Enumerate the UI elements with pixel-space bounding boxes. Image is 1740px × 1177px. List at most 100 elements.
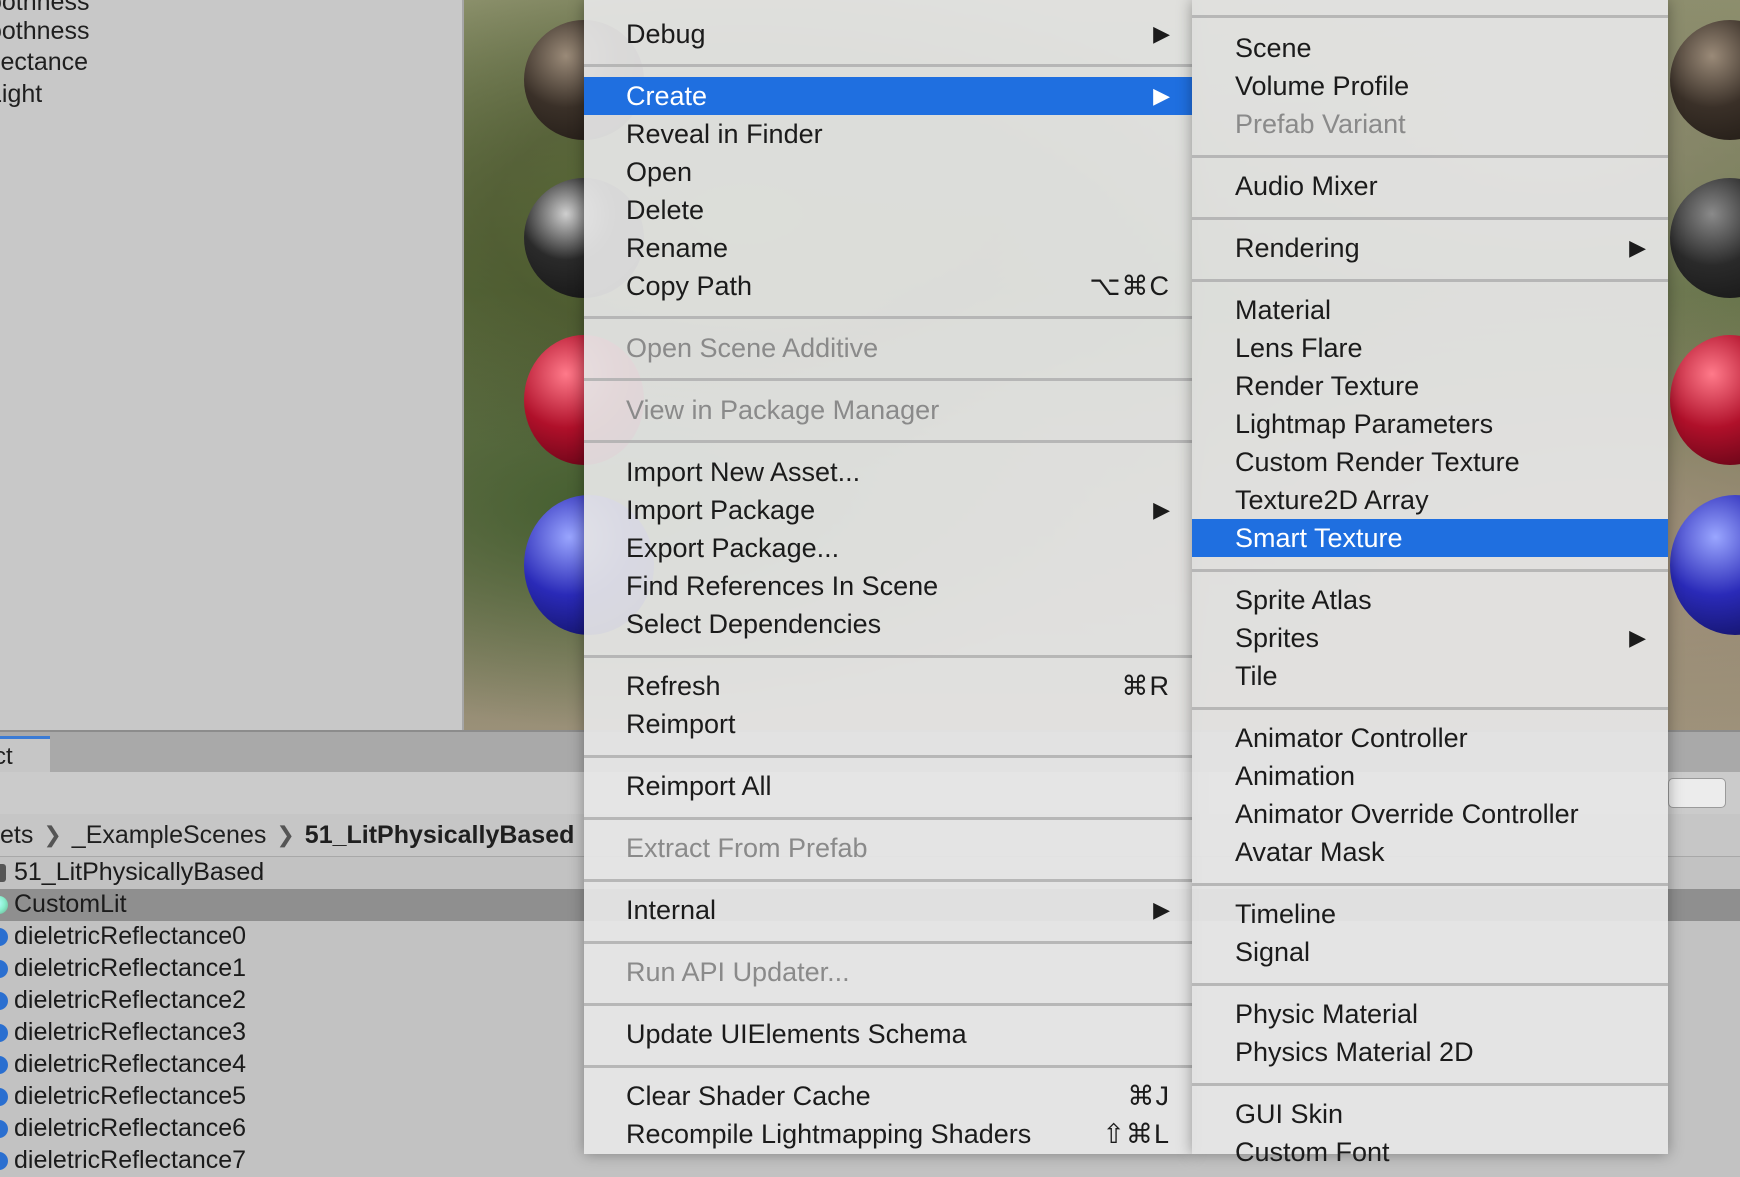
menu-item-internal[interactable]: Internal ▶ [584, 891, 1192, 929]
submenu-arrow-icon: ▶ [1153, 897, 1170, 922]
shortcut-label: ⌥⌘C [1089, 271, 1170, 301]
menu-item-volume-profile[interactable]: Volume Profile [1192, 67, 1668, 105]
menu-item-label: Import New Asset... [626, 457, 861, 487]
sphere-right-3 [1670, 335, 1740, 465]
menu-item-reimport[interactable]: Reimport [584, 705, 1192, 743]
material-icon [0, 1152, 8, 1170]
project-search-input[interactable] [1668, 778, 1726, 808]
menu-item-label: Material [1235, 295, 1332, 325]
menu-separator [1192, 983, 1668, 986]
submenu-arrow-icon: ▶ [1153, 497, 1170, 522]
breadcrumb-item-current[interactable]: 51_LitPhysicallyBased [305, 821, 575, 850]
breadcrumb-item[interactable]: ets [0, 821, 33, 850]
menu-item-label: Rendering [1235, 233, 1360, 263]
menu-item-label: Refresh [626, 671, 721, 701]
menu-item-animation[interactable]: Animation [1192, 757, 1668, 795]
menu-item-label: Animator Override Controller [1235, 799, 1579, 829]
menu-item-label: Signal [1235, 937, 1311, 967]
menu-item-sprites[interactable]: Sprites ▶ [1192, 619, 1668, 657]
material-icon [0, 1120, 8, 1138]
menu-item-refresh[interactable]: Refresh ⌘R [584, 667, 1192, 705]
menu-item-label: Smart Texture [1235, 523, 1403, 553]
menu-item-label: Audio Mixer [1235, 171, 1378, 201]
menu-item-texture2d-array[interactable]: Texture2D Array [1192, 481, 1668, 519]
menu-item-import-new-asset[interactable]: Import New Asset... [584, 453, 1192, 491]
menu-item-find-references-in-scene[interactable]: Find References In Scene [584, 567, 1192, 605]
menu-item-debug[interactable]: Debug ▶ [584, 15, 1192, 53]
menu-item-label: Copy Path [626, 271, 753, 301]
inspector-panel: oothness oothness flectance Light [0, 0, 464, 730]
submenu-arrow-icon: ▶ [1629, 235, 1646, 260]
menu-item-label: Lens Flare [1235, 333, 1363, 363]
menu-item-recompile-lightmapping-shaders[interactable]: Recompile Lightmapping Shaders ⇧⌘L [584, 1115, 1192, 1153]
menu-item-label: Animation [1235, 761, 1356, 791]
menu-item-export-package[interactable]: Export Package... [584, 529, 1192, 567]
menu-item-label: Extract From Prefab [626, 833, 868, 863]
menu-item-view-in-package-manager: View in Package Manager [584, 391, 1192, 429]
menu-item-copy-path[interactable]: Copy Path ⌥⌘C [584, 267, 1192, 305]
menu-item-animator-controller[interactable]: Animator Controller [1192, 719, 1668, 757]
menu-item-smart-texture[interactable]: Smart Texture [1192, 519, 1668, 557]
menu-separator [584, 1065, 1192, 1068]
inspector-property-label: flectance [0, 48, 89, 76]
menu-item-label: GUI Skin [1235, 1099, 1344, 1129]
menu-item-label: Run API Updater... [626, 957, 850, 987]
menu-item-physic-material[interactable]: Physic Material [1192, 995, 1668, 1033]
menu-item-label: Custom Render Texture [1235, 447, 1520, 477]
breadcrumb-item[interactable]: _ExampleScenes [72, 821, 267, 850]
menu-item-update-uielements-schema[interactable]: Update UIElements Schema [584, 1015, 1192, 1053]
menu-item-animator-override-controller[interactable]: Animator Override Controller [1192, 795, 1668, 833]
menu-item-create[interactable]: Create ▶ [584, 77, 1192, 115]
menu-item-label: Reimport All [626, 771, 772, 801]
breadcrumb: ets ❯ _ExampleScenes ❯ 51_LitPhysicallyB… [0, 816, 574, 854]
menu-item-rendering[interactable]: Rendering ▶ [1192, 229, 1668, 267]
menu-item-scene[interactable]: Scene [1192, 29, 1668, 67]
menu-item-label: Reveal in Finder [626, 119, 823, 149]
menu-item-import-package[interactable]: Import Package ▶ [584, 491, 1192, 529]
sphere-right-1 [1670, 20, 1740, 140]
menu-item-label: Select Dependencies [626, 609, 882, 639]
menu-item-custom-render-texture[interactable]: Custom Render Texture [1192, 443, 1668, 481]
menu-item-label: Sprite Atlas [1235, 585, 1372, 615]
menu-item-label: Tile [1235, 661, 1278, 691]
menu-item-select-dependencies[interactable]: Select Dependencies [584, 605, 1192, 643]
menu-separator [1192, 707, 1668, 710]
menu-item-reveal-in-finder[interactable]: Reveal in Finder [584, 115, 1192, 153]
menu-item-label: Volume Profile [1235, 71, 1410, 101]
menu-item-label: Sprites [1235, 623, 1320, 653]
menu-item-clear-shader-cache[interactable]: Clear Shader Cache ⌘J [584, 1077, 1192, 1115]
menu-item-label: Export Package... [626, 533, 840, 563]
menu-item-label: Rename [626, 233, 729, 263]
submenu-arrow-icon: ▶ [1153, 21, 1170, 46]
menu-item-render-texture[interactable]: Render Texture [1192, 367, 1668, 405]
menu-item-delete[interactable]: Delete [584, 191, 1192, 229]
menu-item-label: Recompile Lightmapping Shaders [626, 1119, 1032, 1149]
menu-item-timeline[interactable]: Timeline [1192, 895, 1668, 933]
menu-item-rename[interactable]: Rename [584, 229, 1192, 267]
menu-item-label: Texture2D Array [1235, 485, 1429, 515]
menu-item-gui-skin[interactable]: GUI Skin [1192, 1095, 1668, 1133]
menu-item-custom-font[interactable]: Custom Font [1192, 1133, 1668, 1171]
menu-item-tile[interactable]: Tile [1192, 657, 1668, 695]
menu-separator [584, 755, 1192, 758]
tab-project[interactable]: ct [0, 736, 50, 775]
menu-item-audio-mixer[interactable]: Audio Mixer [1192, 167, 1668, 205]
material-icon [0, 1024, 8, 1042]
menu-item-label: Render Texture [1235, 371, 1420, 401]
material-icon [0, 960, 8, 978]
menu-separator [1192, 155, 1668, 158]
menu-item-extract-from-prefab: Extract From Prefab [584, 829, 1192, 867]
menu-item-sprite-atlas[interactable]: Sprite Atlas [1192, 581, 1668, 619]
menu-item-physics-material-2d[interactable]: Physics Material 2D [1192, 1033, 1668, 1071]
menu-item-material[interactable]: Material [1192, 291, 1668, 329]
menu-item-label: Find References In Scene [626, 571, 939, 601]
menu-item-avatar-mask[interactable]: Avatar Mask [1192, 833, 1668, 871]
menu-item-reimport-all[interactable]: Reimport All [584, 767, 1192, 805]
menu-item-signal[interactable]: Signal [1192, 933, 1668, 971]
menu-item-lens-flare[interactable]: Lens Flare [1192, 329, 1668, 367]
menu-item-label: Import Package [626, 495, 816, 525]
menu-item-open[interactable]: Open [584, 153, 1192, 191]
submenu-arrow-icon: ▶ [1153, 83, 1170, 108]
menu-item-lightmap-parameters[interactable]: Lightmap Parameters [1192, 405, 1668, 443]
material-icon [0, 1088, 8, 1106]
